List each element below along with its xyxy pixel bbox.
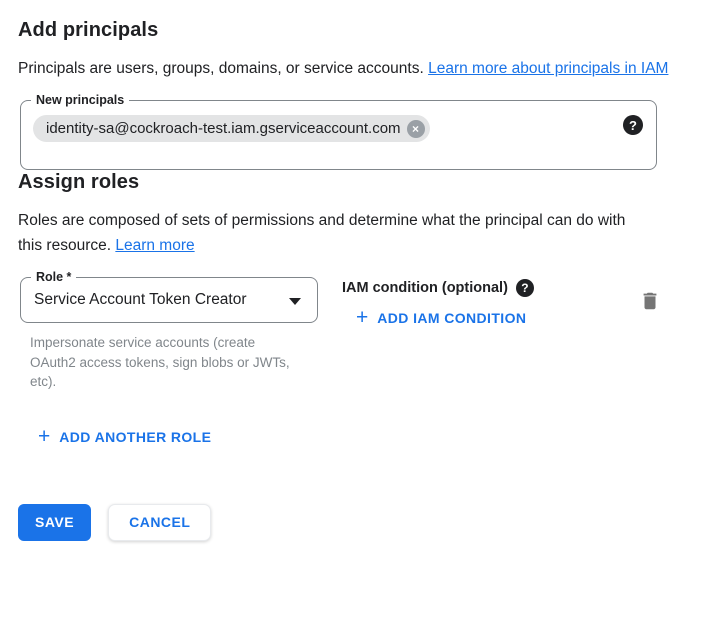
add-principals-description: Principals are users, groups, domains, o…: [18, 56, 676, 81]
assign-roles-description: Roles are composed of sets of permission…: [18, 208, 643, 258]
add-principals-title: Add principals: [18, 18, 713, 42]
role-column: Role * Service Account Token Creator Imp…: [20, 277, 320, 392]
add-iam-condition-button[interactable]: + ADD IAM CONDITION: [356, 309, 526, 327]
trash-icon: [639, 289, 661, 313]
iam-condition-label: IAM condition (optional): [342, 280, 508, 296]
delete-role-button[interactable]: [639, 289, 661, 313]
new-principals-field[interactable]: New principals identity-sa@cockroach-tes…: [20, 100, 657, 170]
iam-condition-help-icon[interactable]: ?: [516, 279, 534, 297]
role-label: Role *: [31, 269, 76, 286]
principal-chip-label: identity-sa@cockroach-test.iam.gservicea…: [46, 120, 401, 137]
learn-more-principals-link[interactable]: Learn more about principals in IAM: [428, 60, 668, 77]
add-another-role-button[interactable]: + ADD ANOTHER ROLE: [38, 428, 211, 446]
plus-icon: +: [356, 309, 368, 327]
assign-roles-title: Assign roles: [18, 170, 713, 194]
dropdown-arrow-icon: [289, 298, 301, 305]
iam-condition-column: IAM condition (optional) ? + ADD IAM CON…: [342, 277, 534, 329]
assign-roles-description-text: Roles are composed of sets of permission…: [18, 212, 625, 254]
new-principals-help-icon[interactable]: ?: [623, 115, 643, 135]
cancel-button[interactable]: CANCEL: [108, 504, 211, 541]
role-select[interactable]: Role * Service Account Token Creator: [20, 277, 318, 323]
save-button[interactable]: SAVE: [18, 504, 91, 541]
chip-remove-icon[interactable]: ×: [407, 120, 425, 138]
plus-icon: +: [38, 428, 50, 446]
role-row: Role * Service Account Token Creator Imp…: [18, 277, 713, 392]
actions-row: SAVE CANCEL: [18, 504, 713, 541]
add-principals-description-text: Principals are users, groups, domains, o…: [18, 60, 428, 77]
principal-chip[interactable]: identity-sa@cockroach-test.iam.gservicea…: [33, 115, 430, 142]
new-principals-label: New principals: [31, 92, 129, 109]
add-another-role-label: ADD ANOTHER ROLE: [59, 429, 211, 445]
add-iam-condition-label: ADD IAM CONDITION: [377, 310, 526, 326]
iam-condition-label-row: IAM condition (optional) ?: [342, 279, 534, 297]
role-helper-text: Impersonate service accounts (create OAu…: [20, 333, 302, 392]
learn-more-roles-link[interactable]: Learn more: [115, 237, 194, 254]
